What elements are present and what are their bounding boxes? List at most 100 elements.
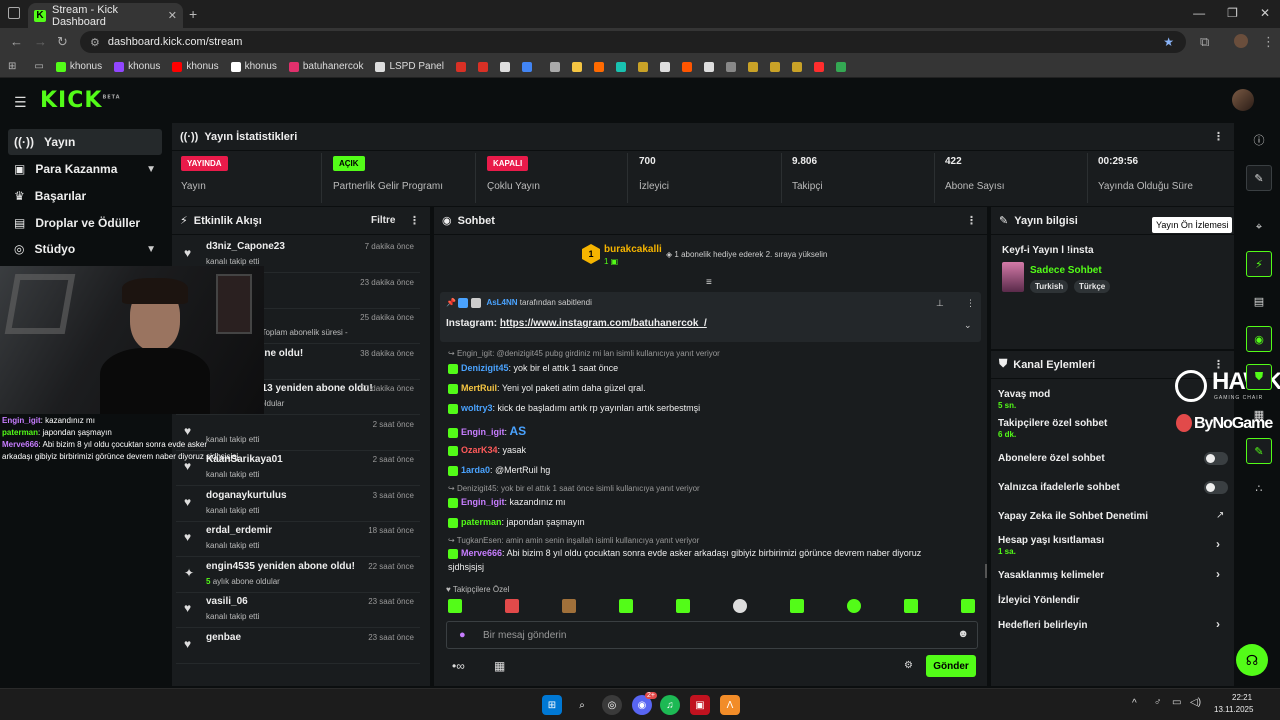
app-icon[interactable]: Λ (720, 695, 740, 715)
tools-icon[interactable]: •∞ (452, 659, 465, 673)
bookmark-item[interactable]: LSPD Panel (375, 61, 444, 72)
preview-icon[interactable]: ⌖ (1246, 214, 1272, 240)
browser-menu-icon[interactable]: ⋮ (1262, 34, 1275, 50)
bookmark-icon[interactable] (791, 61, 802, 72)
activity-name[interactable]: vasili_06 (206, 596, 248, 607)
unpin-icon[interactable]: ⊥ (936, 298, 944, 309)
sidebar-item-droplar[interactable]: ▤ Droplar ve Ödüller (8, 210, 162, 236)
chevron-right-icon[interactable]: › (1216, 617, 1220, 631)
back-icon[interactable]: ← (10, 34, 23, 49)
chat-username[interactable]: Denizigit45 (461, 363, 509, 373)
emote-icon[interactable] (847, 599, 861, 613)
chevron-right-icon[interactable]: › (1216, 567, 1220, 581)
reload-icon[interactable]: ↻ (57, 34, 68, 50)
bookmark-icon[interactable] (813, 61, 824, 72)
apps-grid-icon[interactable]: ⊞ (8, 61, 16, 72)
sidebar-item-basarilar[interactable]: ♛ Başarılar (8, 183, 162, 209)
followers-only-item[interactable]: Takipçilere özel sohbet 6 dk. (998, 418, 1107, 439)
lightning-icon[interactable]: ⚡ (1246, 251, 1272, 277)
bookmark-icon[interactable] (659, 61, 670, 72)
info-icon[interactable]: ⓘ (1246, 127, 1272, 153)
activity-name[interactable]: erdal_erdemir (206, 525, 272, 536)
apps-icon[interactable]: ∴ (1246, 475, 1272, 501)
bookmark-icon[interactable] (835, 61, 846, 72)
bookmark-icon[interactable] (637, 61, 648, 72)
spotify-icon[interactable]: ♫ (660, 695, 680, 715)
start-icon[interactable]: ⊞ (542, 695, 562, 715)
network-icon[interactable]: ▭ (1172, 697, 1181, 708)
chevron-down-icon[interactable]: ⌄ (964, 320, 972, 331)
more-options-icon[interactable]: ⋮ (1213, 130, 1224, 143)
forward-icon[interactable]: → (34, 34, 47, 49)
channel-icon[interactable]: ▦ (1246, 401, 1272, 427)
site-info-icon[interactable]: ⚙ (90, 36, 100, 49)
chat-settings-icon[interactable]: ⚙ (904, 660, 913, 671)
clock-time[interactable]: 22:21 (1232, 693, 1252, 702)
emote-only-toggle[interactable] (1204, 481, 1228, 494)
emote-icon[interactable] (904, 599, 918, 613)
bookmark-star-icon[interactable]: ★ (1163, 35, 1174, 49)
bookmark-icon[interactable] (593, 61, 604, 72)
document-icon[interactable]: ▤ (1246, 288, 1272, 314)
sidebar-item-para-kazanma[interactable]: ▣ Para Kazanma ▼ (8, 156, 162, 182)
slow-mode-item[interactable]: Yavaş mod 5 sn. (998, 389, 1050, 410)
gmail-icon[interactable] (477, 61, 488, 72)
bookmark-icon[interactable] (549, 61, 560, 72)
sidebar-item-studyo[interactable]: ◎ Stüdyo ▼ (8, 236, 162, 262)
bookmark-icon[interactable] (571, 61, 582, 72)
top-gifter-name[interactable]: burakcakalli (604, 244, 662, 255)
gift-prompt[interactable]: ◈ 1 abonelik hediye ederek 2. sıraya yük… (666, 250, 827, 259)
chat-scrollbar[interactable] (985, 564, 987, 578)
activity-name[interactable]: genbae (206, 632, 241, 643)
minimize-icon[interactable]: — (1193, 6, 1205, 20)
bookmark-icon[interactable] (703, 61, 714, 72)
mic-tray-icon[interactable]: ♂ (1154, 697, 1162, 708)
emote-icon[interactable] (676, 599, 690, 613)
sidebar-item-yayin[interactable]: ((·)) Yayın (8, 129, 162, 155)
category-name[interactable]: Sadece Sohbet (1030, 265, 1102, 276)
bookmark-icon[interactable] (681, 61, 692, 72)
activity-name[interactable]: d3niz_Capone23 (206, 241, 285, 252)
wrench-icon[interactable]: ✎ (1246, 438, 1272, 464)
chat-username[interactable]: woltry3 (461, 403, 493, 413)
chat-username[interactable]: paterman (461, 517, 502, 527)
bookmark-icon[interactable] (521, 61, 532, 72)
support-headset-icon[interactable]: ☊ (1236, 644, 1268, 676)
gmail-icon[interactable] (455, 61, 466, 72)
bookmark-item[interactable]: batuhanercok (288, 61, 363, 72)
restore-icon[interactable]: ❐ (1227, 6, 1238, 20)
bookmark-item[interactable]: khonus (230, 61, 277, 72)
raid-item[interactable]: İzleyici Yönlendir (998, 595, 1080, 606)
bookmark-item[interactable]: khonus (172, 61, 219, 72)
chat-username[interactable]: 1arda0 (461, 465, 490, 475)
more-options-icon[interactable]: ⋮ (966, 298, 975, 309)
goals-item[interactable]: Hedefleri belirleyin (998, 620, 1087, 631)
banned-words-item[interactable]: Yasaklanmış kelimeler (998, 570, 1104, 581)
obs-icon[interactable]: ▣ (690, 695, 710, 715)
instagram-link[interactable]: https://www.instagram.com/batuhanercok_/ (500, 318, 707, 329)
filter-button[interactable]: Filtre (371, 215, 395, 226)
emote-icon[interactable] (619, 599, 633, 613)
chevron-right-icon[interactable]: › (1216, 537, 1220, 551)
user-avatar[interactable] (1232, 89, 1254, 111)
bookmark-icon[interactable] (747, 61, 758, 72)
send-button[interactable]: Gönder (926, 655, 976, 677)
profile-avatar[interactable] (1234, 34, 1248, 48)
browser-tab[interactable]: K Stream - Kick Dashboard ✕ (28, 3, 183, 28)
store-icon[interactable]: ▦ (494, 659, 505, 673)
bookmark-icon[interactable] (725, 61, 736, 72)
kick-logo[interactable]: KICKBETA (40, 88, 121, 113)
ai-moderation-item[interactable]: Yapay Zeka ile Sohbet Denetimi (998, 511, 1148, 522)
chat-username[interactable]: Engin_igit (461, 427, 505, 437)
bookmark-item[interactable]: khonus (55, 61, 102, 72)
activity-name[interactable]: doganaykurtulus (206, 490, 287, 501)
clock-date[interactable]: 13.11.2025 (1214, 705, 1253, 714)
emote-icon[interactable] (733, 599, 747, 613)
mic-icon[interactable]: ● (459, 629, 466, 641)
close-tab-icon[interactable]: ✕ (168, 9, 177, 22)
emoji-icon[interactable]: ☻ (957, 628, 969, 640)
chrome-icon[interactable]: ◎ (602, 695, 622, 715)
bookmark-icon[interactable] (499, 61, 510, 72)
extensions-icon[interactable]: ⧉ (1200, 34, 1209, 50)
more-options-icon[interactable]: ⋮ (409, 214, 420, 227)
